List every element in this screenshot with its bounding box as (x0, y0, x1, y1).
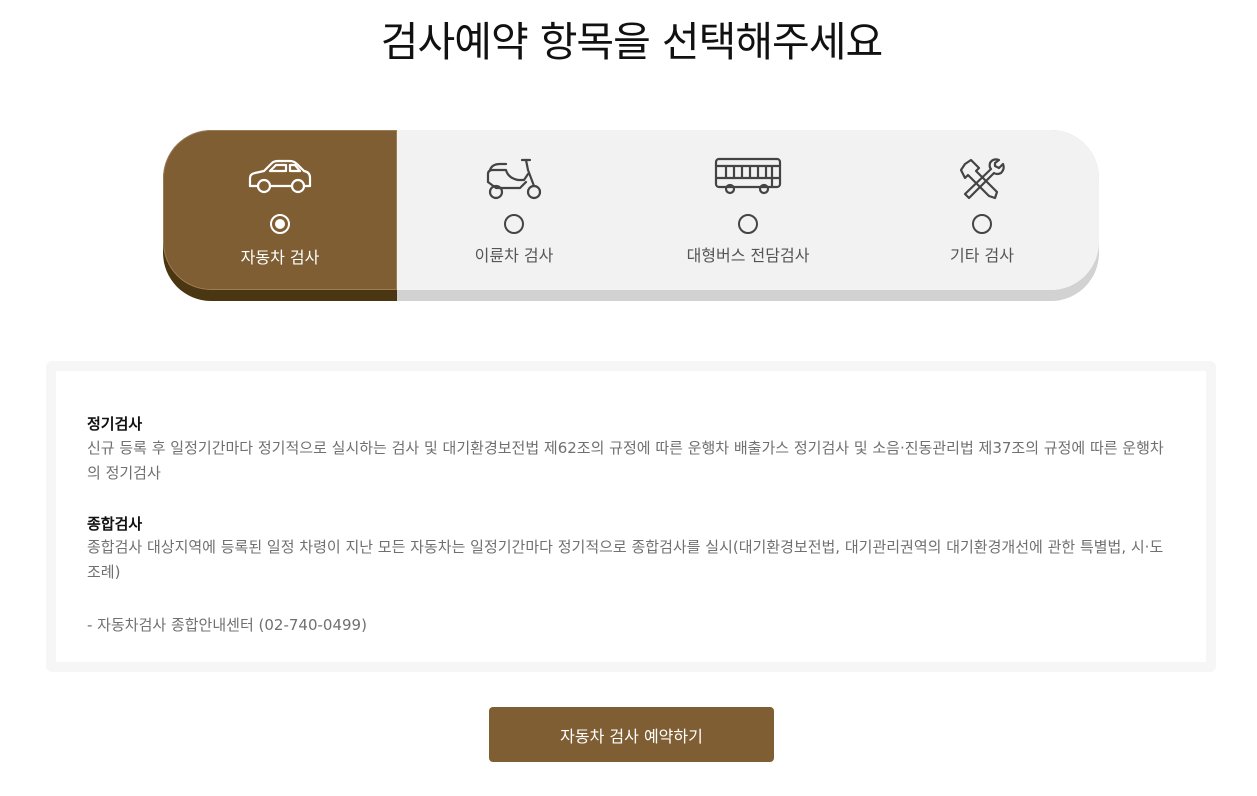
option-face (631, 130, 865, 290)
scooter-icon (486, 158, 542, 200)
option-label: 대형버스 전담검사 (686, 246, 810, 265)
reserve-inspection-button[interactable]: 자동차 검사 예약하기 (489, 707, 774, 762)
inspection-info-box: 정기검사 신규 등록 후 일정기간마다 정기적으로 실시하는 검사 및 대기환경… (46, 361, 1216, 672)
option-label: 기타 검사 (950, 246, 1014, 265)
radio-other[interactable] (972, 214, 992, 234)
section-heading: 정기검사 (87, 415, 143, 433)
contact-info: - 자동차검사 종합안내센터 (02-740-0499) (87, 616, 367, 634)
radio-car[interactable] (270, 214, 290, 234)
car-icon (248, 159, 312, 194)
tools-icon (959, 158, 1005, 200)
page-title: 검사예약 항목을 선택해주세요 (380, 18, 883, 66)
option-label: 이륜차 검사 (474, 246, 554, 265)
option-bus-inspection[interactable]: 대형버스 전담검사 (631, 130, 865, 301)
section-description: 신규 등록 후 일정기간마다 정기적으로 실시하는 검사 및 대기환경보전법 제… (87, 439, 1164, 482)
section-heading: 종합검사 (87, 515, 143, 533)
inspection-type-selector: 자동차 검사 이륜차 검사 대형버스 전담검사 기타 검사 (163, 130, 1099, 301)
radio-bus[interactable] (738, 214, 758, 234)
option-scooter-inspection[interactable]: 이륜차 검사 (397, 130, 631, 301)
option-other-inspection[interactable]: 기타 검사 (865, 130, 1099, 301)
option-label: 자동차 검사 (240, 248, 320, 267)
option-car-inspection[interactable]: 자동차 검사 (163, 130, 397, 301)
bus-icon (714, 157, 782, 195)
radio-scooter[interactable] (504, 214, 524, 234)
option-face (397, 130, 631, 290)
page: 검사예약 항목을 선택해주세요 자동차 검사 이륜차 검사 대형버스 전담검사 … (0, 0, 1257, 796)
section-description: 종합검사 대상지역에 등록된 일정 차령이 지난 모든 자동차는 일정기간마다 … (87, 538, 1164, 581)
option-face (865, 130, 1099, 290)
